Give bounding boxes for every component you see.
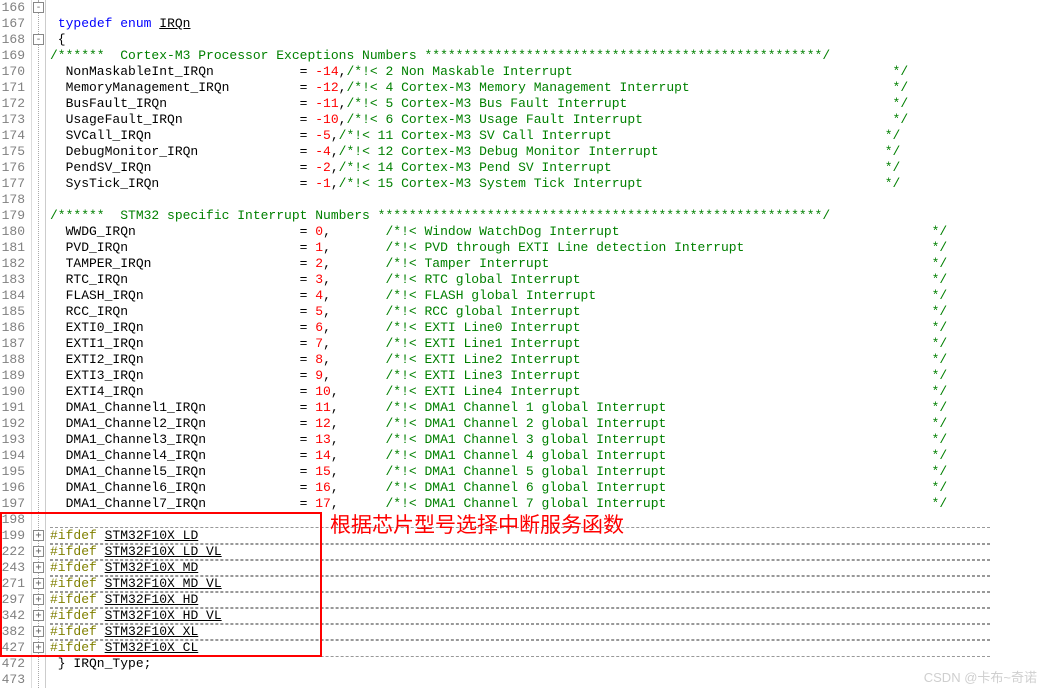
line-number: 172 [0,96,25,112]
line-number: 243 [0,560,25,576]
line-number: 196 [0,480,25,496]
code-line[interactable]: #ifdef STM32F10X_CL [50,640,1049,656]
code-line[interactable]: #ifdef STM32F10X_LD_VL [50,544,1049,560]
code-line[interactable]: DMA1_Channel6_IRQn = 16, /*!< DMA1 Chann… [50,480,1049,496]
code-line[interactable]: RTC_IRQn = 3, /*!< RTC global Interrupt … [50,272,1049,288]
line-number: 192 [0,416,25,432]
code-line[interactable]: EXTI1_IRQn = 7, /*!< EXTI Line1 Interrup… [50,336,1049,352]
line-number: 171 [0,80,25,96]
line-number: 182 [0,256,25,272]
fold-plus-icon[interactable]: + [33,546,44,557]
fold-plus-icon[interactable]: + [33,562,44,573]
line-number: 194 [0,448,25,464]
line-number: 176 [0,160,25,176]
code-line[interactable] [50,192,1049,208]
line-number: 174 [0,128,25,144]
code-line[interactable]: #ifdef STM32F10X_HD_VL [50,608,1049,624]
fold-minus-icon[interactable]: - [33,34,44,45]
fold-plus-icon[interactable]: + [33,578,44,589]
code-line[interactable]: DMA1_Channel3_IRQn = 13, /*!< DMA1 Chann… [50,432,1049,448]
code-line[interactable]: DMA1_Channel2_IRQn = 12, /*!< DMA1 Chann… [50,416,1049,432]
code-line[interactable]: TAMPER_IRQn = 2, /*!< Tamper Interrupt *… [50,256,1049,272]
code-content[interactable]: typedef enum IRQn {/****** Cortex-M3 Pro… [46,0,1049,688]
code-line[interactable] [50,672,1049,688]
line-number: 169 [0,48,25,64]
code-line[interactable]: #ifdef STM32F10X_HD [50,592,1049,608]
code-line[interactable]: DebugMonitor_IRQn = -4,/*!< 12 Cortex-M3… [50,144,1049,160]
line-numbers-gutter: 1661671681691701711721731741751761771781… [0,0,32,688]
code-line[interactable]: #ifdef STM32F10X_XL [50,624,1049,640]
line-number: 177 [0,176,25,192]
fold-minus-icon[interactable]: - [33,2,44,13]
code-line[interactable]: } IRQn_Type; [50,656,1049,672]
code-line[interactable] [50,0,1049,16]
fold-plus-icon[interactable]: + [33,642,44,653]
code-line[interactable]: EXTI2_IRQn = 8, /*!< EXTI Line2 Interrup… [50,352,1049,368]
code-line[interactable]: typedef enum IRQn [50,16,1049,32]
code-line[interactable]: PVD_IRQn = 1, /*!< PVD through EXTI Line… [50,240,1049,256]
code-line[interactable]: MemoryManagement_IRQn = -12,/*!< 4 Corte… [50,80,1049,96]
code-line[interactable]: { [50,32,1049,48]
line-number: 179 [0,208,25,224]
code-line[interactable]: WWDG_IRQn = 0, /*!< Window WatchDog Inte… [50,224,1049,240]
line-number: 185 [0,304,25,320]
line-number: 167 [0,16,25,32]
line-number: 427 [0,640,25,656]
line-number: 271 [0,576,25,592]
line-number: 342 [0,608,25,624]
line-number: 195 [0,464,25,480]
line-number: 382 [0,624,25,640]
code-line[interactable]: DMA1_Channel1_IRQn = 11, /*!< DMA1 Chann… [50,400,1049,416]
code-line[interactable]: EXTI4_IRQn = 10, /*!< EXTI Line4 Interru… [50,384,1049,400]
line-number: 473 [0,672,25,688]
line-number: 198 [0,512,25,528]
fold-gutter[interactable]: - - + + + + + + + + [32,0,46,688]
line-number: 472 [0,656,25,672]
line-number: 183 [0,272,25,288]
line-number: 199 [0,528,25,544]
watermark-text: CSDN @卡布~奇诺 [924,667,1037,686]
code-line[interactable]: #ifdef STM32F10X_MD [50,560,1049,576]
line-number: 190 [0,384,25,400]
code-line[interactable]: EXTI3_IRQn = 9, /*!< EXTI Line3 Interrup… [50,368,1049,384]
line-number: 173 [0,112,25,128]
annotation-text: 根据芯片型号选择中断服务函数 [330,509,624,539]
line-number: 184 [0,288,25,304]
code-line[interactable]: SVCall_IRQn = -5,/*!< 11 Cortex-M3 SV Ca… [50,128,1049,144]
line-number: 166 [0,0,25,16]
line-number: 186 [0,320,25,336]
code-line[interactable]: /****** STM32 specific Interrupt Numbers… [50,208,1049,224]
line-number: 180 [0,224,25,240]
code-line[interactable]: DMA1_Channel4_IRQn = 14, /*!< DMA1 Chann… [50,448,1049,464]
line-number: 189 [0,368,25,384]
code-line[interactable]: NonMaskableInt_IRQn = -14,/*!< 2 Non Mas… [50,64,1049,80]
code-editor[interactable]: 1661671681691701711721731741751761771781… [0,0,1049,688]
line-number: 181 [0,240,25,256]
line-number: 197 [0,496,25,512]
code-line[interactable]: BusFault_IRQn = -11,/*!< 5 Cortex-M3 Bus… [50,96,1049,112]
code-line[interactable]: DMA1_Channel5_IRQn = 15, /*!< DMA1 Chann… [50,464,1049,480]
code-line[interactable]: /****** Cortex-M3 Processor Exceptions N… [50,48,1049,64]
code-line[interactable]: SysTick_IRQn = -1,/*!< 15 Cortex-M3 Syst… [50,176,1049,192]
line-number: 222 [0,544,25,560]
code-line[interactable]: RCC_IRQn = 5, /*!< RCC global Interrupt … [50,304,1049,320]
code-line[interactable]: FLASH_IRQn = 4, /*!< FLASH global Interr… [50,288,1049,304]
fold-plus-icon[interactable]: + [33,610,44,621]
line-number: 187 [0,336,25,352]
code-line[interactable]: #ifdef STM32F10X_MD_VL [50,576,1049,592]
code-line[interactable]: UsageFault_IRQn = -10,/*!< 6 Cortex-M3 U… [50,112,1049,128]
line-number: 191 [0,400,25,416]
line-number: 193 [0,432,25,448]
fold-plus-icon[interactable]: + [33,594,44,605]
line-number: 175 [0,144,25,160]
line-number: 178 [0,192,25,208]
line-number: 170 [0,64,25,80]
fold-plus-icon[interactable]: + [33,626,44,637]
line-number: 168 [0,32,25,48]
code-line[interactable]: EXTI0_IRQn = 6, /*!< EXTI Line0 Interrup… [50,320,1049,336]
line-number: 297 [0,592,25,608]
line-number: 188 [0,352,25,368]
fold-plus-icon[interactable]: + [33,530,44,541]
code-line[interactable]: PendSV_IRQn = -2,/*!< 14 Cortex-M3 Pend … [50,160,1049,176]
